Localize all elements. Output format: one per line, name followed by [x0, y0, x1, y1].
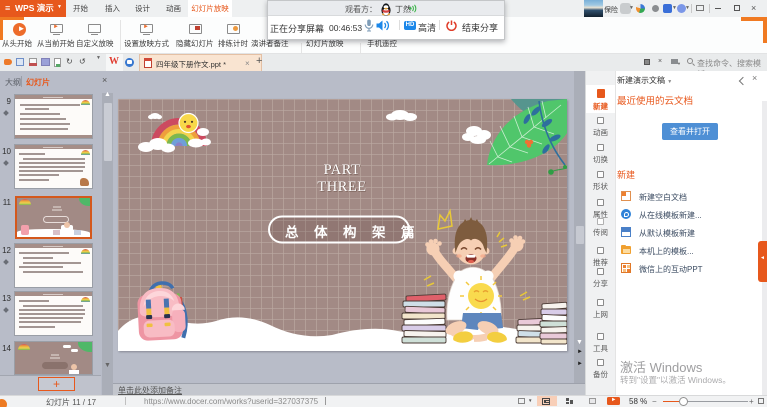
svg-text:THREE: THREE — [317, 179, 366, 195]
svg-text:PART: PART — [324, 162, 361, 178]
